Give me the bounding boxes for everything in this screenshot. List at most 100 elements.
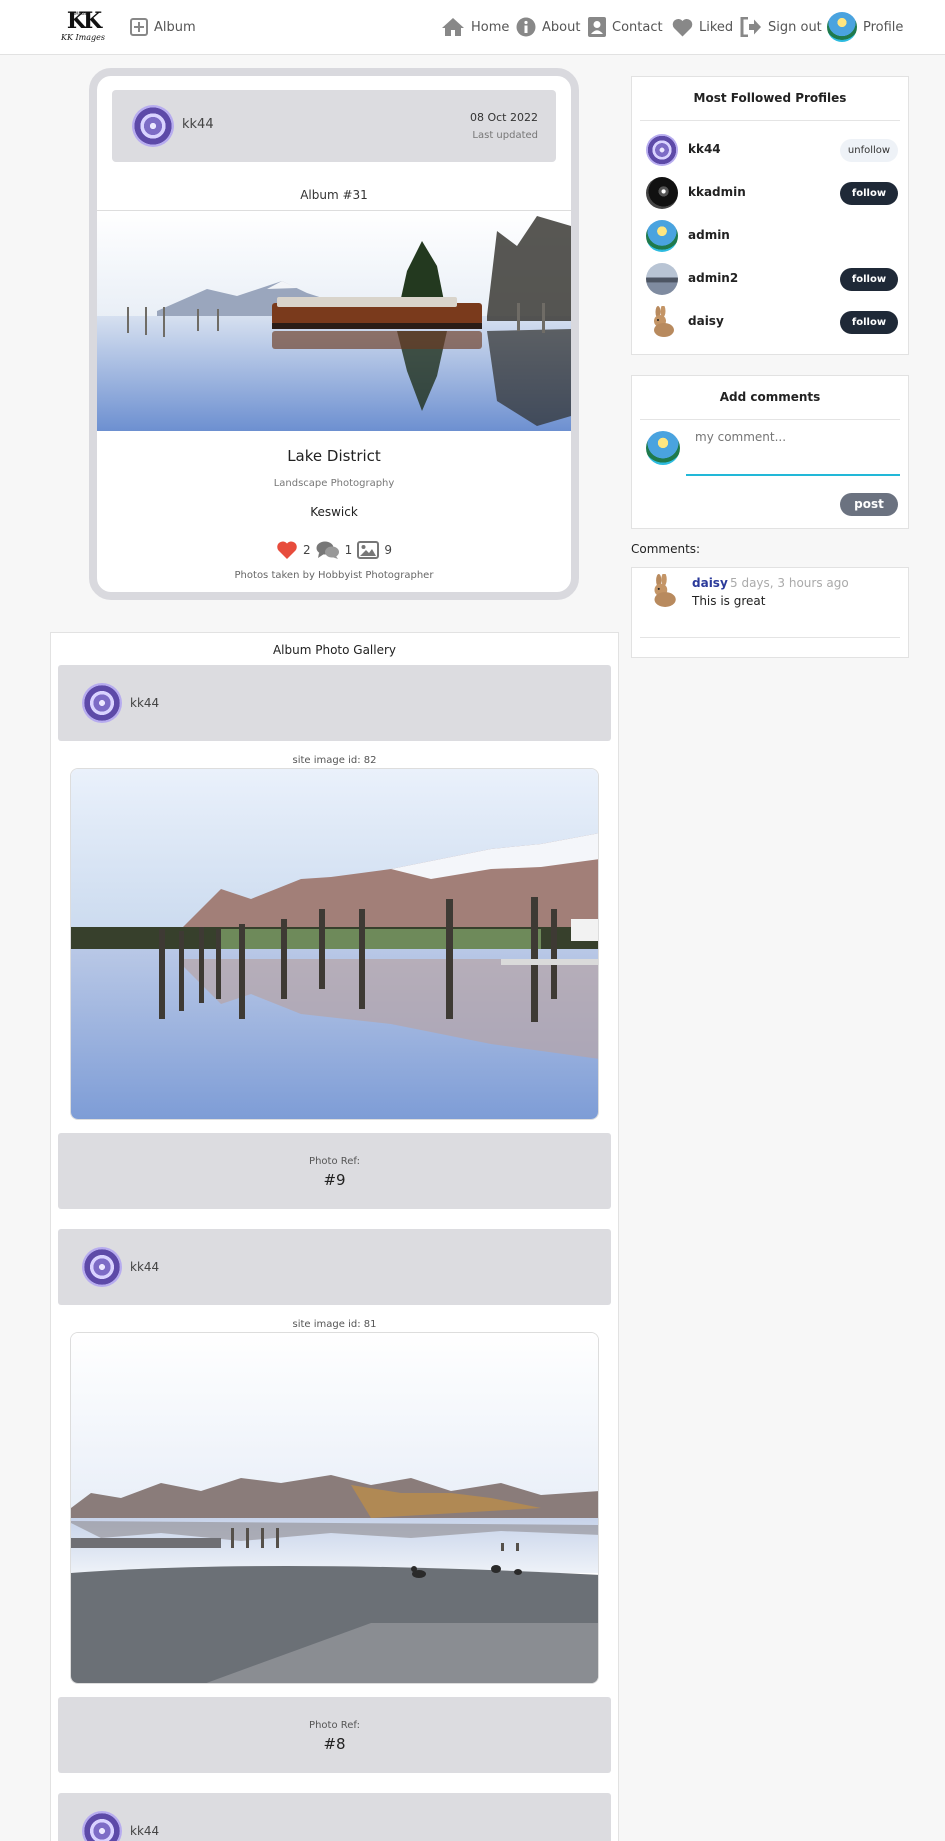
panel-divider bbox=[640, 419, 900, 420]
photo-card: kk44 bbox=[58, 1793, 611, 1841]
panel-divider bbox=[640, 120, 900, 121]
photo-header: kk44 bbox=[58, 1793, 611, 1841]
photo-ref-number: #8 bbox=[323, 1735, 346, 1753]
album-cover-image[interactable] bbox=[97, 210, 571, 431]
heart-icon bbox=[672, 18, 693, 36]
comment-item: daisy 5 days, 3 hours ago This is great bbox=[632, 568, 908, 628]
profile-row-admin: admin bbox=[646, 220, 898, 252]
nav-profile-label: Profile bbox=[863, 19, 904, 35]
follow-button[interactable]: follow bbox=[840, 182, 898, 205]
avatar[interactable] bbox=[646, 220, 678, 252]
site-logo[interactable]: IMAGES KK KK Images bbox=[55, 10, 111, 44]
lake-jetty-photo bbox=[71, 769, 598, 1119]
nav-sign-out-label: Sign out bbox=[768, 19, 822, 35]
logo-small-text: IMAGES bbox=[74, 11, 90, 16]
avatar[interactable] bbox=[646, 134, 678, 166]
photo-owner-username[interactable]: kk44 bbox=[130, 1260, 159, 1274]
lake-shore-photo bbox=[71, 1333, 598, 1683]
photo-ref-number: #9 bbox=[323, 1171, 346, 1189]
lake-boat-photo bbox=[97, 211, 571, 431]
album-credit: Photos taken by Hobbyist Photographer bbox=[234, 570, 434, 581]
comments-count: 1 bbox=[344, 543, 353, 557]
album-category: Landscape Photography bbox=[273, 478, 395, 489]
nav-home[interactable]: Home bbox=[441, 15, 509, 39]
add-album-label: Album bbox=[154, 19, 196, 35]
photo-footer: Photo Ref: #8 bbox=[58, 1697, 611, 1773]
profile-avatar bbox=[827, 12, 857, 42]
photo-ref-label: Photo Ref: bbox=[309, 1156, 360, 1167]
nav-home-label: Home bbox=[471, 19, 510, 35]
album-stats: 2 1 9 bbox=[97, 540, 571, 560]
most-followed-panel: Most Followed Profiles kk44 unfollow kka… bbox=[631, 76, 909, 355]
nav-about-label: About bbox=[542, 19, 581, 35]
nav-about[interactable]: About bbox=[516, 15, 580, 39]
most-followed-title: Most Followed Profiles bbox=[693, 91, 847, 105]
profile-row-admin2: admin2 follow bbox=[646, 263, 898, 295]
photo-header: kk44 bbox=[58, 665, 611, 741]
unfollow-button[interactable]: unfollow bbox=[840, 139, 898, 162]
nav-sign-out[interactable]: Sign out bbox=[740, 15, 822, 39]
avatar[interactable] bbox=[646, 177, 678, 209]
photo-ref-label: Photo Ref: bbox=[309, 1720, 360, 1731]
current-user-avatar bbox=[646, 431, 680, 465]
logo-text: KK Images bbox=[61, 33, 105, 42]
profile-row-kkadmin: kkadmin follow bbox=[646, 177, 898, 209]
top-navbar: IMAGES KK KK Images Album Home About Con… bbox=[0, 0, 945, 55]
profile-name[interactable]: admin bbox=[688, 228, 730, 242]
gallery-title: Album Photo Gallery bbox=[272, 643, 397, 657]
sign-out-icon bbox=[740, 17, 761, 37]
album-date: 08 Oct 2022 bbox=[469, 111, 538, 124]
rabbit-avatar[interactable] bbox=[646, 305, 678, 338]
album-header: kk44 08 Oct 2022 Last updated bbox=[112, 90, 556, 162]
owner-avatar[interactable] bbox=[82, 1811, 122, 1841]
info-icon bbox=[516, 17, 536, 37]
nav-contact-label: Contact bbox=[612, 19, 663, 35]
photo-owner-username[interactable]: kk44 bbox=[130, 1824, 159, 1838]
add-album-link[interactable]: Album bbox=[130, 15, 196, 39]
photo-card: kk44 site image id: 82 Photo Ref: #9 bbox=[58, 665, 611, 1209]
profile-name[interactable]: daisy bbox=[688, 314, 724, 328]
owner-avatar[interactable] bbox=[82, 683, 122, 723]
profile-row-daisy: daisy follow bbox=[646, 305, 898, 338]
comment-input[interactable] bbox=[686, 424, 900, 476]
gallery-photo[interactable] bbox=[70, 768, 599, 1120]
album-number: Album #31 bbox=[300, 188, 368, 202]
album-title: Lake District bbox=[287, 447, 381, 465]
album-card: kk44 08 Oct 2022 Last updated Album #31 bbox=[89, 68, 579, 600]
photo-footer: Photo Ref: #9 bbox=[58, 1133, 611, 1209]
image-icon bbox=[357, 541, 380, 559]
gallery-photo[interactable] bbox=[70, 1332, 599, 1684]
nav-liked[interactable]: Liked bbox=[672, 15, 733, 39]
owner-username[interactable]: kk44 bbox=[182, 117, 214, 132]
owner-avatar[interactable] bbox=[82, 1247, 122, 1287]
post-button[interactable]: post bbox=[840, 493, 898, 516]
photos-count: 9 bbox=[384, 543, 392, 557]
owner-avatar[interactable] bbox=[132, 105, 174, 147]
profile-name[interactable]: kk44 bbox=[688, 142, 721, 156]
plus-square-icon bbox=[130, 18, 148, 36]
profile-name[interactable]: admin2 bbox=[688, 271, 738, 285]
album-location: Keswick bbox=[310, 505, 358, 519]
comment-divider bbox=[640, 637, 900, 638]
follow-button[interactable]: follow bbox=[840, 268, 898, 291]
comments-label: Comments: bbox=[631, 542, 701, 556]
photo-card: kk44 site image id: 81 Photo Ref: #8 bbox=[58, 1229, 611, 1773]
avatar[interactable] bbox=[646, 263, 678, 295]
nav-profile[interactable]: Profile bbox=[827, 12, 903, 42]
comment-author[interactable]: daisy bbox=[692, 576, 728, 590]
like-heart-icon[interactable] bbox=[276, 540, 298, 560]
profile-name[interactable]: kkadmin bbox=[688, 185, 746, 199]
likes-count: 2 bbox=[303, 543, 311, 557]
rabbit-icon bbox=[654, 305, 674, 337]
site-image-id: site image id: 81 bbox=[292, 1319, 377, 1330]
contact-card-icon bbox=[588, 17, 606, 37]
photo-owner-username[interactable]: kk44 bbox=[130, 696, 159, 710]
last-updated-label: Last updated bbox=[472, 130, 538, 141]
comment-timestamp: 5 days, 3 hours ago bbox=[730, 576, 849, 590]
comments-list: daisy 5 days, 3 hours ago This is great bbox=[631, 567, 909, 658]
add-comment-panel: Add comments post bbox=[631, 375, 909, 529]
nav-contact[interactable]: Contact bbox=[588, 15, 663, 39]
rabbit-icon bbox=[654, 572, 676, 607]
follow-button[interactable]: follow bbox=[840, 311, 898, 334]
rabbit-avatar[interactable] bbox=[646, 572, 680, 608]
